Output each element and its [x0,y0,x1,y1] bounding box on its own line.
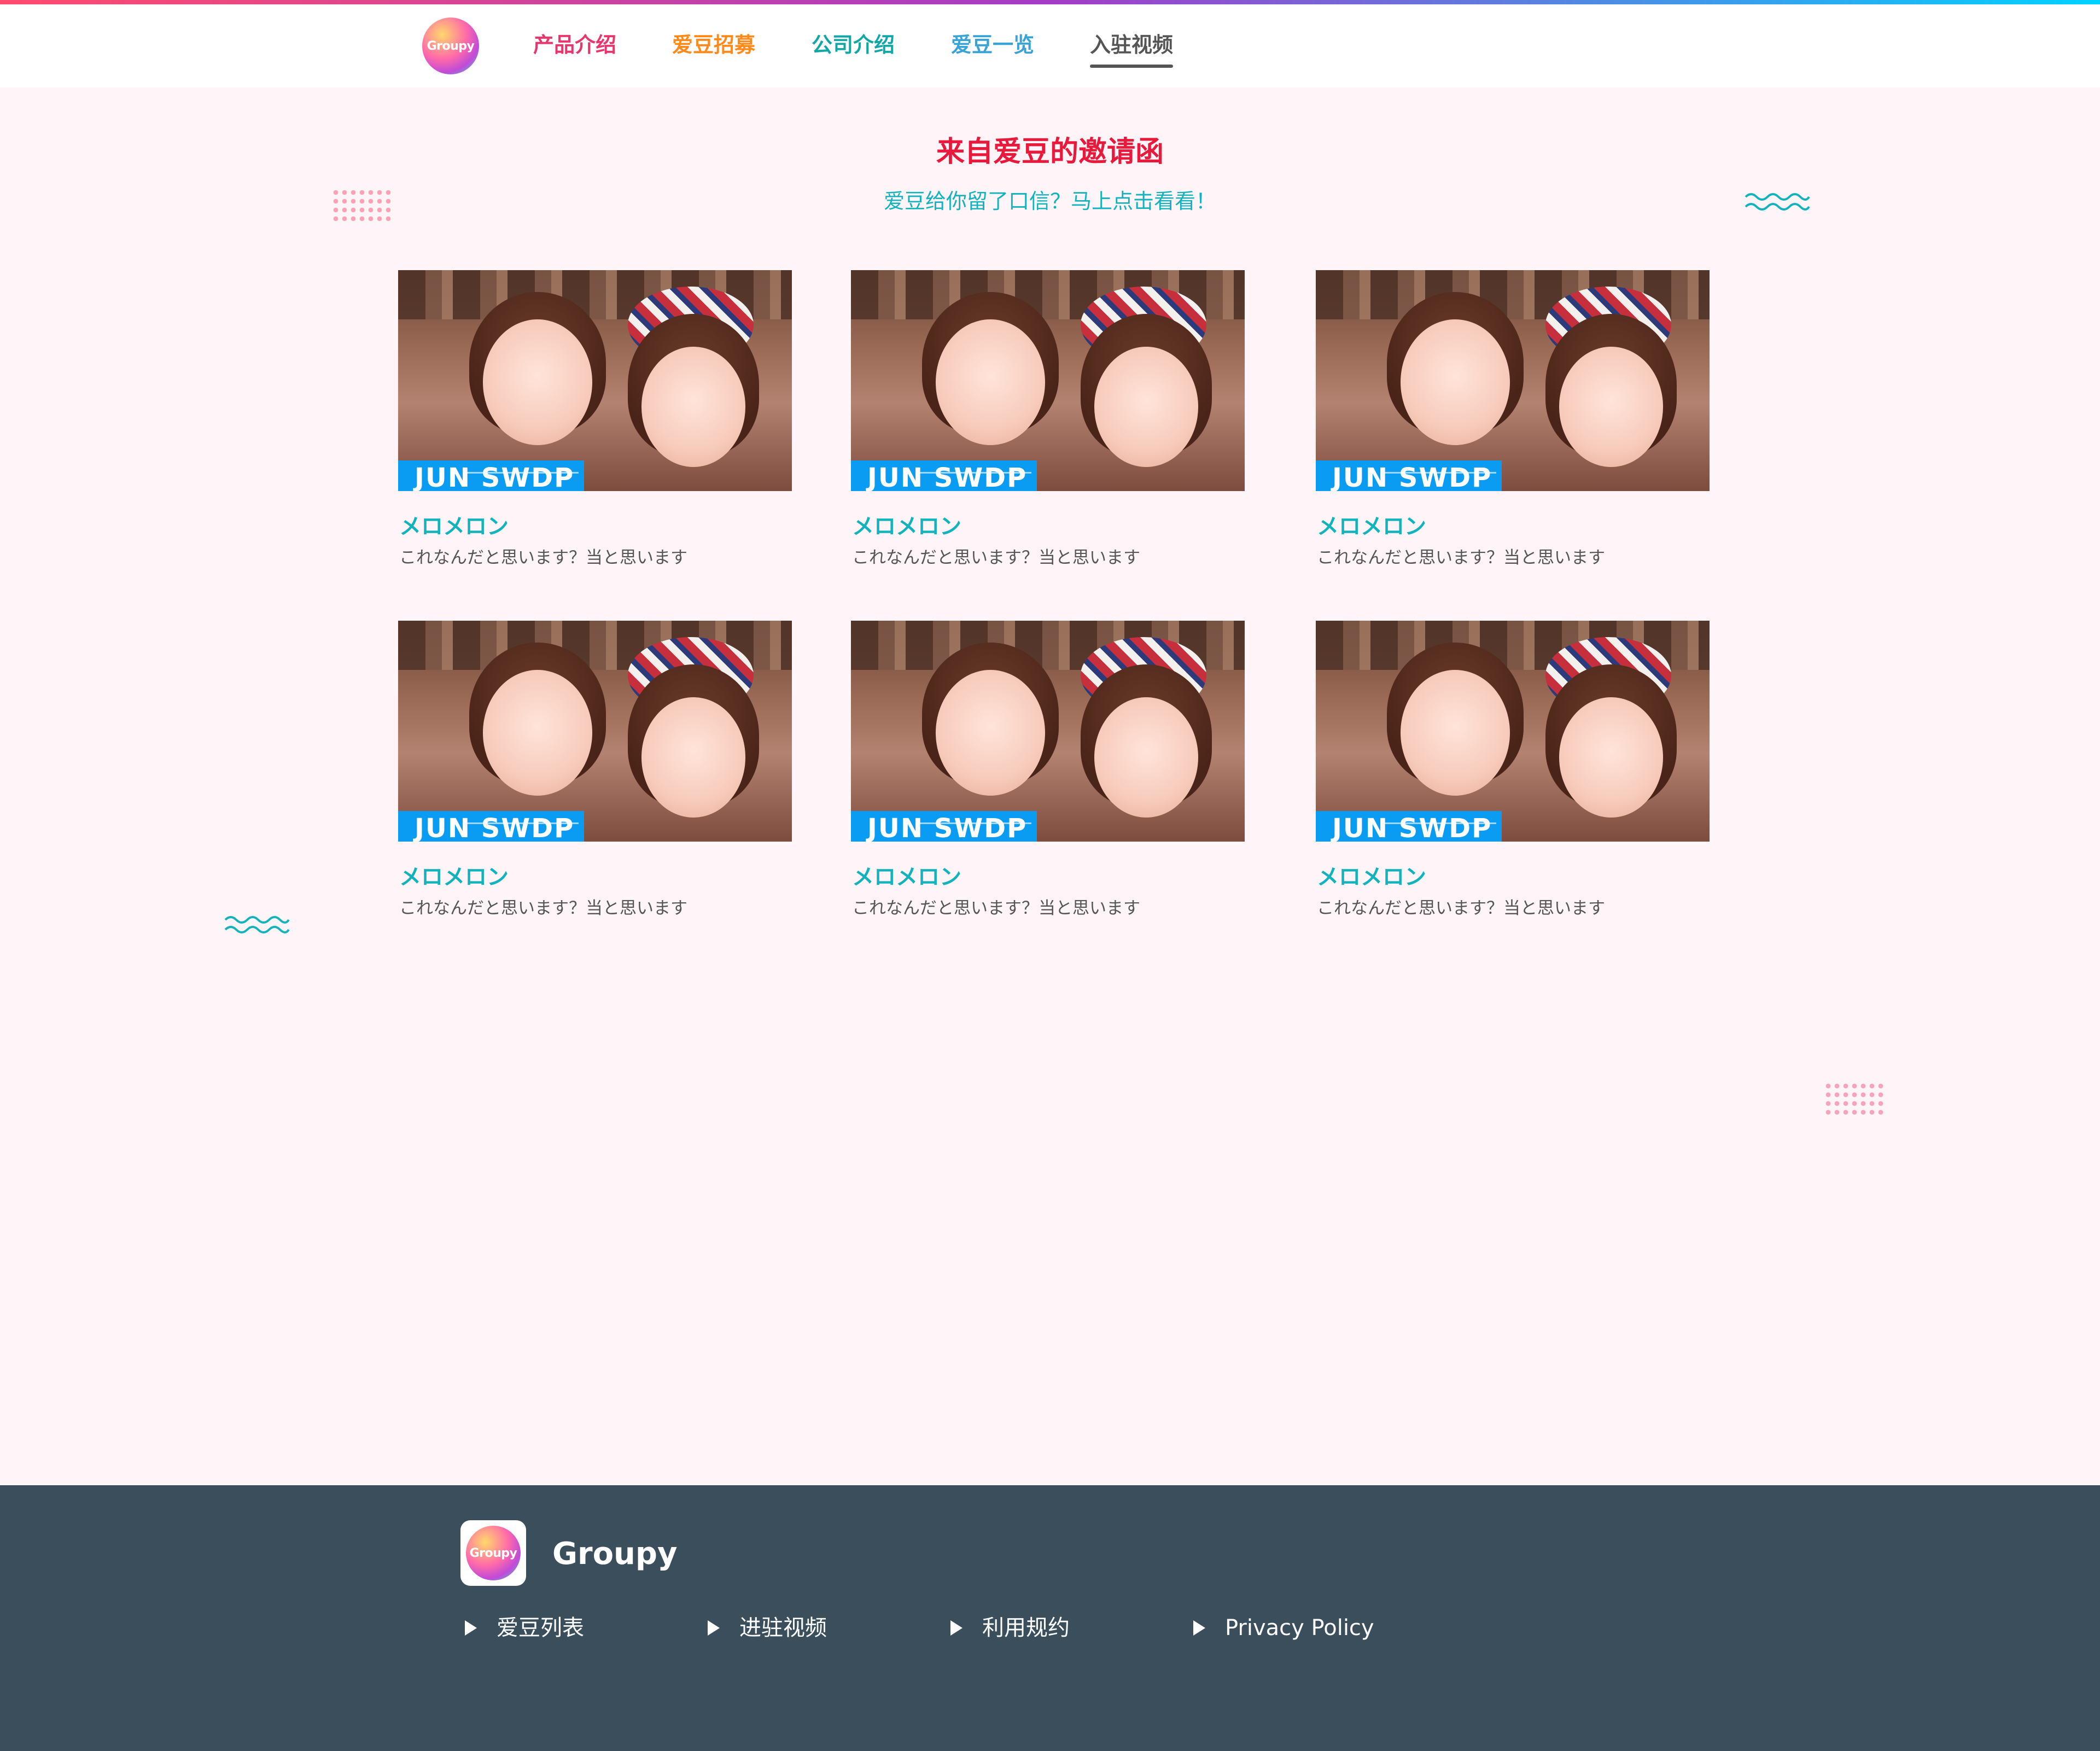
wave-icon [224,916,290,933]
video-thumbnail[interactable]: JUN SWDP [851,621,1245,842]
video-card[interactable]: JUN SWDP メロメロン これなんだと思います？当と思います [851,270,1245,568]
thumbnail-caption: JUN SWDP [415,813,575,842]
nav-idol-recruit[interactable]: 爱豆招募 [672,32,755,58]
triangle-right-icon [708,1620,720,1636]
top-gradient-stripe [0,0,2100,4]
thumbnail-caption: JUN SWDP [867,463,1028,491]
triangle-right-icon [1193,1620,1205,1636]
footer-logo[interactable]: Groupy [460,1520,526,1586]
card-title[interactable]: メロメロン [1317,513,1426,540]
nav-join-video[interactable]: 入驻视频 [1090,32,1174,68]
section-title: 来自爱豆的邀请函 [936,136,1164,168]
nav-idol-list[interactable]: 爱豆一览 [951,32,1034,58]
card-description: これなんだと思います？当と思います [399,898,687,918]
dot-grid-icon [1824,1082,1885,1118]
card-title[interactable]: メロメロン [852,863,961,891]
footer-link-label: 利用规约 [982,1615,1070,1641]
card-description: これなんだと思います？当と思います [852,548,1140,568]
groupy-logo[interactable]: Groupy [422,17,479,74]
triangle-right-icon [950,1620,962,1636]
video-thumbnail[interactable]: JUN SWDP [851,270,1245,491]
nav-company-intro[interactable]: 公司介绍 [812,32,895,58]
footer-link-terms[interactable]: 利用规约 [950,1614,1070,1642]
card-description: これなんだと思います？当と思います [852,898,1140,918]
site-footer: Groupy Groupy 爱豆列表 进驻视频 利用规约 Privacy Pol… [0,1485,2100,1751]
thumbnail-caption: JUN SWDP [1332,463,1492,491]
video-card[interactable]: JUN SWDP メロメロン これなんだと思います？当と思います [851,621,1245,918]
video-card[interactable]: JUN SWDP メロメロン これなんだと思います？当と思います [398,621,792,918]
card-description: これなんだと思います？当と思います [399,548,687,568]
footer-link-label: 进驻视频 [739,1615,827,1641]
video-card[interactable]: JUN SWDP メロメロン これなんだと思います？当と思います [1316,621,1710,918]
thumbnail-caption: JUN SWDP [867,813,1028,842]
footer-link-label: Privacy Policy [1225,1615,1374,1641]
footer-brand-name: Groupy [552,1536,678,1572]
footer-link-join-video[interactable]: 进驻视频 [708,1614,827,1642]
video-thumbnail[interactable]: JUN SWDP [398,621,792,842]
logo-text: Groupy [427,39,475,53]
card-description: これなんだと思います？当と思います [1317,898,1605,918]
thumbnail-caption: JUN SWDP [415,463,575,491]
footer-link-privacy-policy[interactable]: Privacy Policy [1193,1614,1374,1642]
site-header: Groupy 产品介绍 爱豆招募 公司介绍 爱豆一览 入驻视频 [0,4,2100,87]
nav-product-intro[interactable]: 产品介绍 [533,32,616,58]
groupy-logo: Groupy [466,1526,521,1580]
card-title[interactable]: メロメロン [399,513,509,540]
video-card[interactable]: JUN SWDP メロメロン これなんだと思います？当と思います [398,270,792,568]
triangle-right-icon [465,1620,477,1636]
video-thumbnail[interactable]: JUN SWDP [1316,270,1710,491]
card-title[interactable]: メロメロン [399,863,509,891]
footer-link-label: 爱豆列表 [497,1615,584,1641]
card-description: これなんだと思います？当と思います [1317,548,1605,568]
thumbnail-caption: JUN SWDP [1332,813,1492,842]
video-thumbnail[interactable]: JUN SWDP [1316,621,1710,842]
card-title[interactable]: メロメロン [1317,863,1426,891]
video-card[interactable]: JUN SWDP メロメロン これなんだと思います？当と思います [1316,270,1710,568]
video-thumbnail[interactable]: JUN SWDP [398,270,792,491]
footer-link-idol-list[interactable]: 爱豆列表 [465,1614,584,1642]
section-subtitle: 爱豆给你留了口信？马上点击看看！ [883,189,1216,213]
footer-logo-text: Groupy [469,1546,517,1560]
card-title[interactable]: メロメロン [852,513,961,540]
